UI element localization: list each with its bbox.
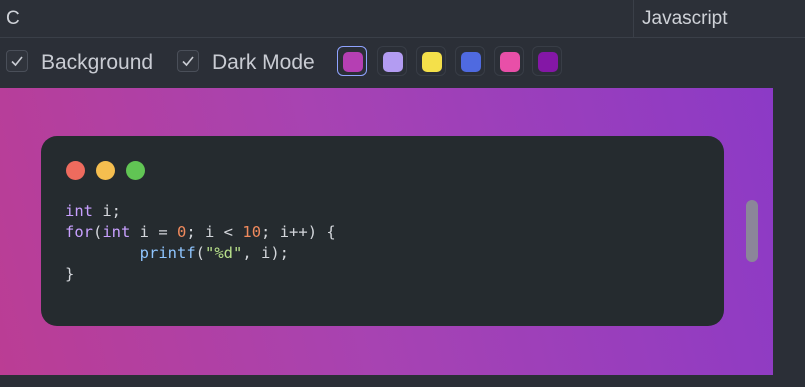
close-window-icon (66, 161, 85, 180)
code-editor[interactable]: int i; for(int i = 0; i < 10; i++) { prin… (65, 201, 336, 285)
code-line: printf("%d", i); (139, 244, 289, 262)
code-window: int i; for(int i = 0; i < 10; i++) { prin… (41, 136, 724, 326)
swatch-purple[interactable] (532, 46, 562, 76)
swatch-color (383, 52, 403, 72)
bottom-strip (0, 375, 805, 387)
background-checkbox[interactable] (6, 50, 28, 72)
checkmark-icon (11, 56, 23, 67)
code-line: } (65, 265, 75, 283)
scrollbar-thumb[interactable] (746, 200, 758, 262)
swatch-color (461, 52, 481, 72)
swatch-color (538, 52, 558, 72)
output-language-label[interactable]: Javascript (642, 8, 728, 30)
minimize-window-icon (96, 161, 115, 180)
maximize-window-icon (126, 161, 145, 180)
code-line: for(int i = 0; i < 10; i++) { (65, 223, 336, 241)
code-line: int i; (65, 202, 121, 220)
toolbar: Background Dark Mode (0, 38, 805, 88)
swatch-blue[interactable] (455, 46, 485, 76)
divider (633, 0, 634, 38)
language-bar: C Javascript (0, 0, 805, 38)
dark-mode-checkbox[interactable] (177, 50, 199, 72)
swatch-color (343, 52, 363, 72)
input-language-label[interactable]: C (6, 8, 20, 30)
swatch-yellow[interactable] (416, 46, 446, 76)
swatch-color (500, 52, 520, 72)
checkmark-icon (182, 56, 194, 67)
swatch-color (422, 52, 442, 72)
swatch-pink[interactable] (494, 46, 524, 76)
background-label: Background (41, 51, 154, 74)
swatch-magenta-purple[interactable] (337, 46, 367, 76)
swatch-lavender[interactable] (377, 46, 407, 76)
dark-mode-label: Dark Mode (212, 51, 315, 74)
canvas-margin (773, 88, 805, 375)
